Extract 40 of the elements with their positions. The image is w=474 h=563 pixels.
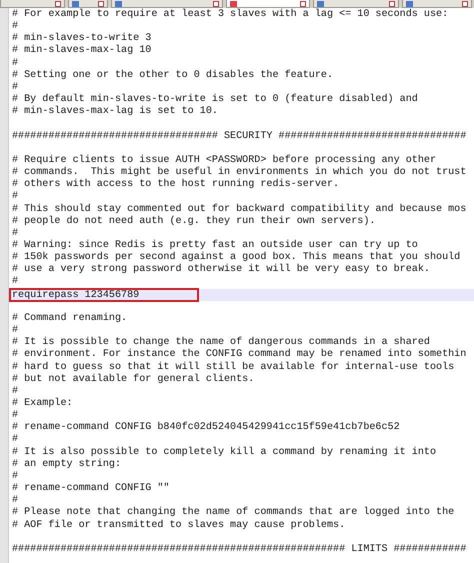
code-line: # By default min-slaves-to-write is set to 0 (feature disabled) and xyxy=(12,94,418,106)
code-line: ################################## SECURITY ############################### xyxy=(12,130,466,143)
code-line: # 150k passwords per second against a good box. This means that you should xyxy=(12,252,460,264)
code-line: # It is also possible to completely kill a command by renaming it into xyxy=(12,446,436,458)
code-line: # Please note that changing the name of commands that are logged into the xyxy=(12,507,454,520)
code-line: # environment. For instance the CONFIG command may be renamed into somethin xyxy=(12,349,466,362)
code-line: # rename-command CONFIG b840fc02d524045429941cc15f59e41cb7be6c52 xyxy=(12,422,400,434)
code-line: # others with access to the host running redis-server. xyxy=(12,179,340,191)
code-line: # xyxy=(12,410,18,422)
code-line: # xyxy=(12,228,18,240)
code-line: # Require clients to issue AUTH <PASSWORD> before processing any other xyxy=(12,154,436,166)
code-line: # commands. This might be useful in environments in which you do not trust xyxy=(12,167,466,178)
code-line: # rename-command CONFIG "" xyxy=(12,483,170,495)
code-line: # Example: xyxy=(12,398,73,410)
code-line: # For example to require at least 3 slaves with a lag <= 10 seconds use: xyxy=(12,9,448,21)
code-line: # but not available for general clients. xyxy=(12,374,254,386)
code-line: # xyxy=(12,386,18,398)
code-line: # xyxy=(12,495,18,507)
code-line: # AOF file or transmitted to slaves may cause problems. xyxy=(12,520,346,532)
code-line: # xyxy=(12,434,18,447)
code-line: # Setting one or the other to 0 disables the feature. xyxy=(12,70,334,82)
code-line: # xyxy=(12,21,18,33)
code-line: # hard to guess so that it will still be available for internal-use tools xyxy=(12,362,454,374)
code-line: # This should stay commented out for backward compatibility and because mos xyxy=(12,204,466,216)
code-line: # Warning: since Redis is pretty fast an outside user can try up to xyxy=(12,240,418,252)
code-line: # use a very strong password otherwise it will be very easy to break. xyxy=(12,264,430,276)
code-line: # an empty string: xyxy=(12,458,122,471)
code-line: # min-slaves-to-write 3 xyxy=(12,33,152,44)
code-line: # min-slaves-max-lag is set to 10. xyxy=(12,106,218,118)
code-line: # xyxy=(12,191,18,204)
code-line: # It is possible to change the name of dangerous commands in a shared xyxy=(12,337,430,348)
code-line: # xyxy=(12,58,18,70)
code-line: # xyxy=(12,325,18,337)
code-line: # xyxy=(12,276,18,289)
code-line: # min-slaves-max-lag 10 xyxy=(12,45,152,58)
code-line: # xyxy=(12,82,18,94)
code-line: # Command renaming. xyxy=(12,312,128,325)
code-line: # xyxy=(12,470,18,483)
code-line: ####################################################### LIMITS ############ xyxy=(12,544,466,556)
code-line: # people do not need auth (e.g. they run their own servers). xyxy=(12,216,376,228)
